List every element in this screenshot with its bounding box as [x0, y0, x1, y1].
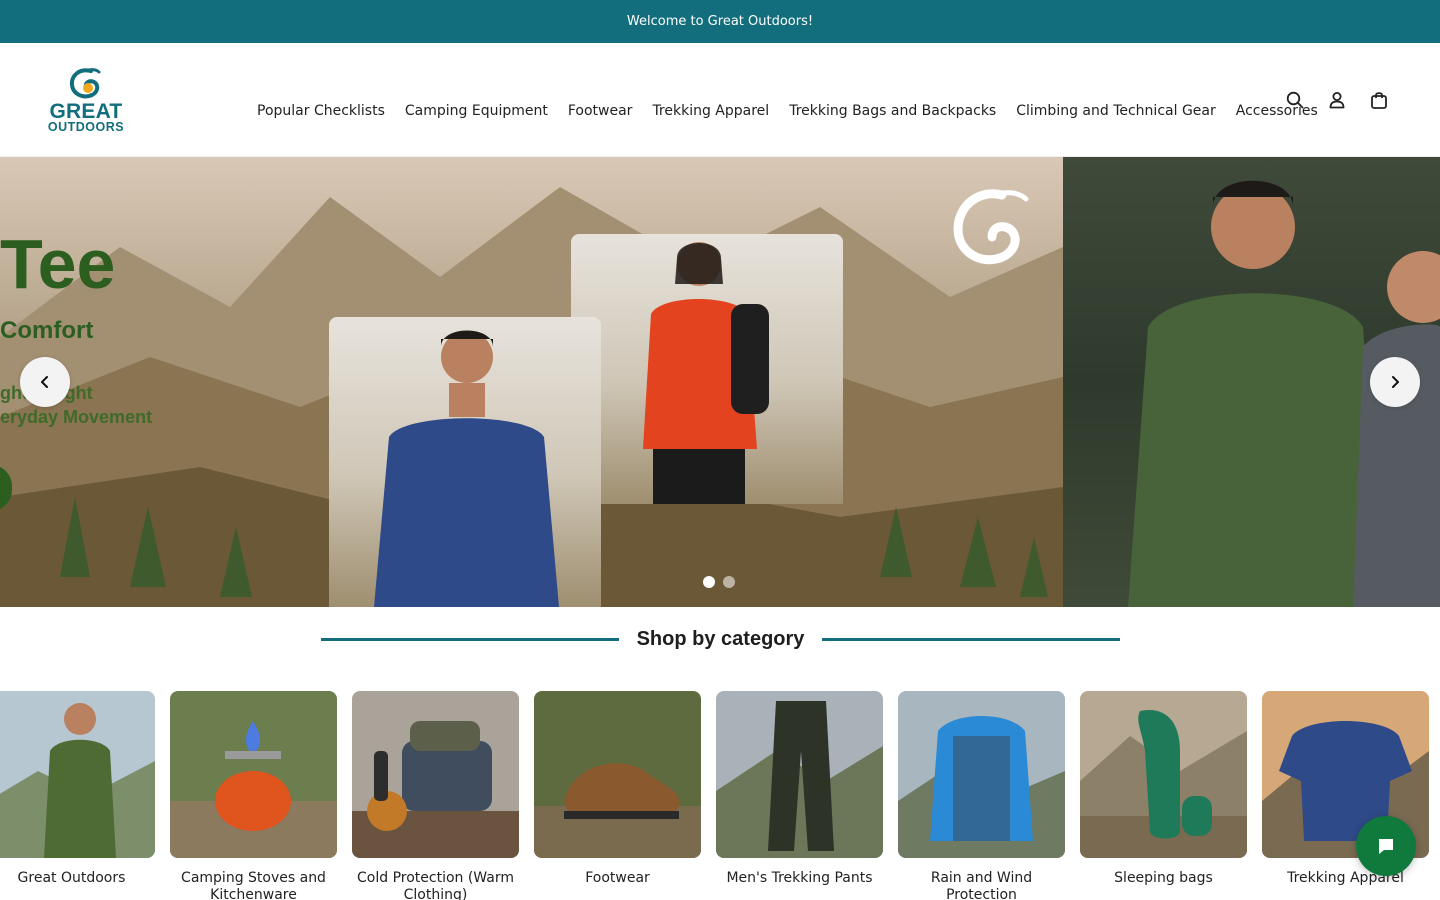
category-card-rain-wind[interactable]: Rain and Wind Protection: [898, 691, 1065, 900]
nav-popular-checklists[interactable]: Popular Checklists: [247, 103, 395, 119]
search-icon[interactable]: [1284, 89, 1306, 111]
nav-trekking-bags[interactable]: Trekking Bags and Backpacks: [779, 103, 1006, 119]
carousel-next-button[interactable]: [1370, 357, 1420, 407]
announcement-bar: Welcome to Great Outdoors!: [0, 0, 1440, 43]
category-card-sleeping-bags[interactable]: Sleeping bags: [1080, 691, 1247, 900]
category-label: Cold Protection (Warm Clothing): [357, 870, 514, 900]
brand-name-line2: OUTDOORS: [47, 120, 125, 134]
header-rule-right: [822, 637, 1120, 641]
brand-name-line1: GREAT: [49, 100, 123, 123]
category-image: [898, 691, 1065, 858]
category-section-header: Shop by category: [321, 624, 1120, 654]
carousel-dot-2[interactable]: [723, 576, 735, 588]
category-label: Rain and Wind Protection: [930, 870, 1033, 900]
header-rule-left: [321, 637, 619, 641]
man-figure-illustration: [374, 330, 559, 607]
chevron-right-icon: [1392, 376, 1399, 388]
category-card-cold-protection[interactable]: Cold Protection (Warm Clothing): [352, 691, 519, 900]
woman-figure-illustration: [643, 242, 769, 504]
category-label: Camping Stoves and Kitchenware: [181, 870, 326, 900]
category-image: [352, 691, 519, 858]
category-card-great-outdoors[interactable]: Great Outdoors: [0, 691, 155, 900]
nav-trekking-apparel[interactable]: Trekking Apparel: [642, 103, 779, 119]
hero-carousel: Tee Comfort ght Weight eryday Movement: [0, 157, 1440, 607]
hero-subtitle: Comfort: [0, 317, 94, 344]
category-image: [1080, 691, 1247, 858]
category-section-title: Shop by category: [636, 627, 805, 650]
category-card-camping-stoves[interactable]: Camping Stoves and Kitchenware: [170, 691, 337, 900]
carousel-prev-button[interactable]: [20, 357, 70, 407]
carousel-pagination: [703, 576, 735, 588]
category-label: Sleeping bags: [1114, 870, 1213, 886]
category-label: Footwear: [585, 870, 650, 886]
category-image: [716, 691, 883, 858]
category-label: Trekking Apparel: [1287, 870, 1404, 886]
brand-logo[interactable]: GREAT OUTDOORS: [46, 67, 126, 137]
category-card-trekking-pants[interactable]: Men's Trekking Pants: [716, 691, 883, 900]
brand-swirl-icon: [69, 68, 101, 99]
category-label: Men's Trekking Pants: [726, 870, 873, 886]
brand-watermark-icon: [953, 189, 1029, 265]
chat-bubble-icon: [1379, 839, 1393, 854]
nav-camping-equipment[interactable]: Camping Equipment: [395, 103, 558, 119]
site-header: GREAT OUTDOORS Popular Checklists Campin…: [0, 43, 1440, 157]
nav-footwear[interactable]: Footwear: [558, 103, 643, 119]
category-label: Great Outdoors: [17, 870, 126, 886]
carousel-dot-1[interactable]: [703, 576, 715, 588]
hero-title: Tee: [0, 225, 116, 303]
category-image: [170, 691, 337, 858]
category-image: [534, 691, 701, 858]
hero-tagline-2: eryday Movement: [0, 407, 153, 427]
account-icon[interactable]: [1326, 89, 1348, 111]
chevron-left-icon: [41, 376, 48, 388]
category-image: [0, 691, 155, 858]
announcement-text: Welcome to Great Outdoors!: [626, 14, 814, 29]
category-list: Great Outdoors Camping Stoves and Kitche…: [0, 691, 1429, 900]
category-card-footwear[interactable]: Footwear: [534, 691, 701, 900]
hero-model-card-woman: [571, 234, 843, 504]
header-actions: [1284, 89, 1390, 111]
hero-model-card-man: [329, 317, 601, 607]
cart-icon[interactable]: [1368, 89, 1390, 111]
chat-button[interactable]: [1356, 816, 1416, 876]
nav-climbing-gear[interactable]: Climbing and Technical Gear: [1006, 103, 1226, 119]
main-nav: Popular Checklists Camping Equipment Foo…: [247, 99, 1328, 123]
